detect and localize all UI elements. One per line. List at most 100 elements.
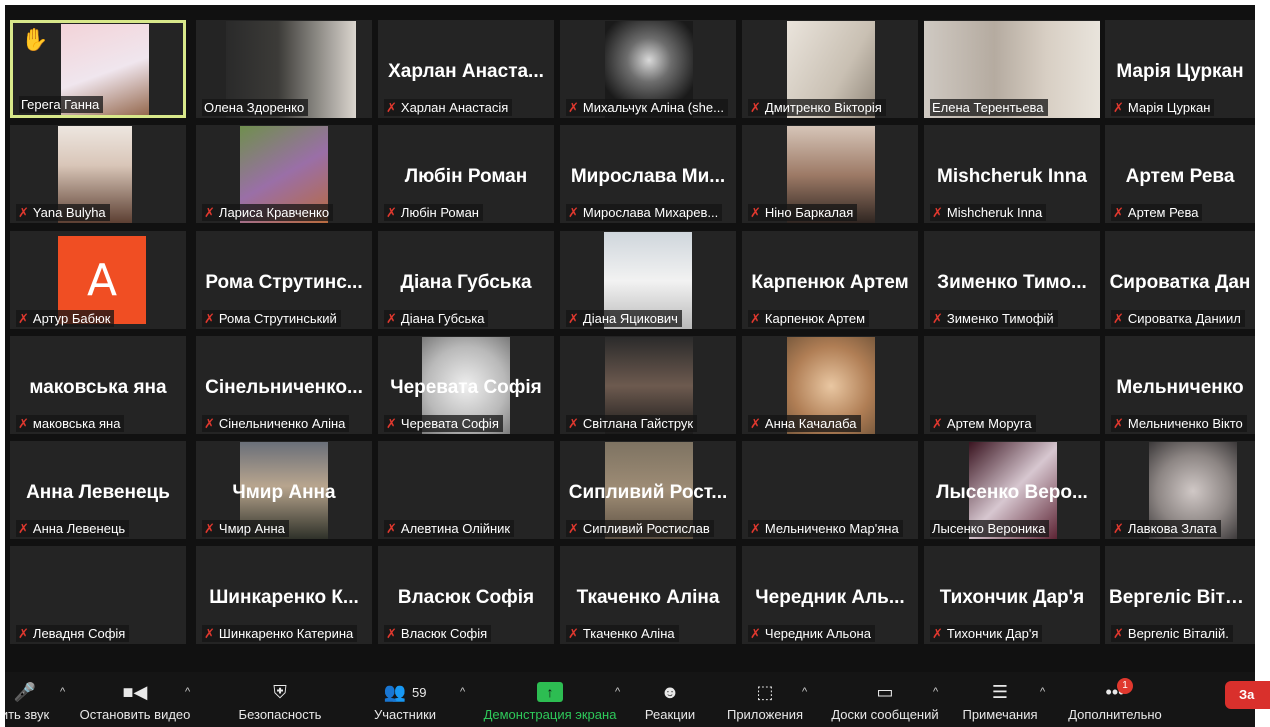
participant-tile[interactable]: Власюк Софія ✗ Власюк Софія	[378, 546, 554, 644]
muted-mic-icon: ✗	[932, 626, 943, 641]
participant-name-label: ✗ Харлан Анастасія	[384, 99, 513, 116]
participant-name: Діана Яцикович	[582, 311, 678, 326]
microphone-icon: 🎤	[13, 681, 37, 702]
chevron-up-icon[interactable]: ^	[933, 686, 938, 698]
participant-name: Мельниченко Мар'яна	[764, 521, 899, 536]
participant-tile[interactable]: Анна Левенець ✗ Анна Левенець	[10, 441, 186, 539]
participant-tile[interactable]: ✗ Yana Bulyha	[10, 125, 186, 223]
participant-name-label: ✗ Yana Bulyha	[16, 204, 110, 221]
participant-tile[interactable]: Mishcheruk Inna ✗ Mishcheruk Inna	[924, 125, 1100, 223]
notification-badge: 1	[1117, 678, 1133, 694]
security-button[interactable]: ⛨ Безопасность	[230, 672, 330, 727]
participant-name-label: ✗ Сипливий Ростислав	[566, 520, 714, 537]
shield-icon: ⛨	[273, 681, 287, 702]
participant-tile[interactable]: Діана Губська ✗ Діана Губська	[378, 231, 554, 329]
participant-name: Анна Левенець	[32, 521, 126, 536]
participant-name-label: ✗ Mishcheruk Inna	[930, 204, 1047, 221]
participant-name: Дмитренко Вікторія	[764, 100, 882, 115]
participant-tile[interactable]: ✗ Лариса Кравченко	[196, 125, 372, 223]
participant-tile[interactable]: Мельниченко ✗ Мельниченко Вікто	[1105, 336, 1255, 434]
chevron-up-icon[interactable]: ^	[615, 686, 620, 698]
chevron-up-icon[interactable]: ^	[185, 686, 190, 698]
people-icon: 👥	[383, 681, 406, 702]
unmute-button[interactable]: 🎤 ить звук	[5, 672, 65, 727]
participant-tile[interactable]: ✗ Дмитренко Вікторія	[742, 20, 918, 118]
participant-name-label: ✗ Світлана Гайструк	[566, 415, 698, 432]
muted-mic-icon: ✗	[568, 100, 579, 115]
share-screen-button[interactable]: ↑ Демонстрация экрана	[475, 672, 625, 727]
participant-tile[interactable]: ✗ Лавкова Злата	[1105, 441, 1255, 539]
participant-display-name: Анна Левенець	[26, 482, 170, 503]
participant-tile[interactable]: Карпенюк Артем ✗ Карпенюк Артем	[742, 231, 918, 329]
participant-tile[interactable]: Сінельниченко... ✗ Сінельниченко Аліна	[196, 336, 372, 434]
participant-display-name: Харлан Анаста...	[388, 61, 544, 82]
participant-tile[interactable]: Елена Терентьева	[924, 20, 1100, 118]
participant-tile[interactable]: Чередник Аль... ✗ Чередник Альона	[742, 546, 918, 644]
participant-name: Тихончик Дар'я	[946, 626, 1039, 641]
participant-tile[interactable]: Сироватка Дан ✗ Сироватка Даниил	[1105, 231, 1255, 329]
participant-tile[interactable]: ✗ Артем Моруга	[924, 336, 1100, 434]
participant-name: Любін Роман	[400, 205, 479, 220]
participant-display-name: Власюк Софія	[397, 587, 535, 608]
participant-tile[interactable]: Черевата Софія ✗ Черевата Софія	[378, 336, 554, 434]
muted-mic-icon: ✗	[568, 626, 579, 641]
participant-tile[interactable]: Харлан Анаста... ✗ Харлан Анастасія	[378, 20, 554, 118]
chevron-up-icon[interactable]: ^	[460, 686, 465, 698]
muted-mic-icon: ✗	[932, 205, 943, 220]
participant-tile[interactable]: ✗ Діана Яцикович	[560, 231, 736, 329]
participant-tile[interactable]: Сипливий Рост... ✗ Сипливий Ростислав	[560, 441, 736, 539]
participant-tile[interactable]: Любін Роман ✗ Любін Роман	[378, 125, 554, 223]
participant-tile[interactable]: Ткаченко Аліна ✗ Ткаченко Аліна	[560, 546, 736, 644]
participant-tile[interactable]: ✋ Герега Ганна	[10, 20, 186, 118]
participant-display-name: Рома Струтинс...	[205, 272, 363, 293]
participant-tile[interactable]: Вергеліс Віталі ✗ Вергеліс Віталій.	[1105, 546, 1255, 644]
notes-button[interactable]: ☰ Примечания	[955, 672, 1045, 727]
reactions-button[interactable]: ☻ Реакции	[635, 672, 705, 727]
apps-button[interactable]: ⬚ Приложения	[720, 672, 810, 727]
whiteboards-button[interactable]: ▭ Доски сообщений	[820, 672, 950, 727]
participants-button[interactable]: 👥 59 Участники	[360, 672, 450, 727]
participant-tile[interactable]: Шинкаренко К... ✗ Шинкаренко Катерина	[196, 546, 372, 644]
chevron-up-icon[interactable]: ^	[1040, 686, 1045, 698]
participant-name-label: ✗ маковська яна	[16, 415, 125, 432]
raised-hand-icon: ✋	[21, 27, 49, 52]
participant-display-name: Артем Рева	[1125, 166, 1235, 187]
participant-tile[interactable]: Мирослава Ми... ✗ Мирослава Михарев...	[560, 125, 736, 223]
participant-tile[interactable]: ✗ Анна Качалаба	[742, 336, 918, 434]
leave-button[interactable]: За	[1225, 681, 1270, 709]
participant-name-label: ✗ Анна Качалаба	[748, 415, 861, 432]
meeting-toolbar: 🎤 ить звук ^ ■◀ Остановить видео ^ ⛨ Безопаснос…	[5, 672, 1255, 727]
participant-tile[interactable]: ✗ Михальчук Аліна (she...	[560, 20, 736, 118]
participant-tile[interactable]: ✗ Левадня Софія	[10, 546, 186, 644]
participant-tile[interactable]: Артем Рева ✗ Артем Рева	[1105, 125, 1255, 223]
chevron-up-icon[interactable]: ^	[60, 686, 65, 698]
gallery-view: ✋ Герега Ганна Олена Здоренко Харлан Анаста…	[5, 5, 1255, 727]
participant-tile[interactable]: ✗ Світлана Гайструк	[560, 336, 736, 434]
participant-tile[interactable]: Рома Струтинс... ✗ Рома Струтинський	[196, 231, 372, 329]
participant-tile[interactable]: ✗ Алевтина Олійник	[378, 441, 554, 539]
participant-name: Михальчук Аліна (she...	[582, 100, 724, 115]
participant-name: Ніно Баркалая	[764, 205, 854, 220]
participant-tile[interactable]: Марія Цуркан ✗ Марія Цуркан	[1105, 20, 1255, 118]
more-button[interactable]: ••• 1 Дополнительно	[1055, 672, 1175, 727]
participant-tile[interactable]: ✗ Ніно Баркалая	[742, 125, 918, 223]
participant-tile[interactable]: ✗ Мельниченко Мар'яна	[742, 441, 918, 539]
participant-name: Лысенко Вероника	[932, 521, 1046, 536]
participant-name: Сироватка Даниил	[1127, 311, 1241, 326]
participant-tile[interactable]: Олена Здоренко	[196, 20, 372, 118]
chevron-up-icon[interactable]: ^	[802, 686, 807, 698]
participant-tile[interactable]: A ✗ Артур Бабюк	[10, 231, 186, 329]
participant-tile[interactable]: Лысенко Веро... Лысенко Вероника	[924, 441, 1100, 539]
participant-tile[interactable]: Тихончик Дар'я ✗ Тихончик Дар'я	[924, 546, 1100, 644]
muted-mic-icon: ✗	[1113, 311, 1124, 326]
stop-video-button[interactable]: ■◀ Остановить видео	[75, 672, 195, 727]
participant-name: Артур Бабюк	[32, 311, 111, 326]
participant-name: Герега Ганна	[21, 97, 100, 112]
participant-tile[interactable]: Зименко Тимо... ✗ Зименко Тимофій	[924, 231, 1100, 329]
participant-name-label: ✗ Чередник Альона	[748, 625, 875, 642]
participants-label: Участники	[373, 707, 437, 722]
participant-tile[interactable]: Чмир Анна ✗ Чмир Анна	[196, 441, 372, 539]
muted-mic-icon: ✗	[932, 311, 943, 326]
participant-tile[interactable]: маковська яна ✗ маковська яна	[10, 336, 186, 434]
participant-display-name: Марія Цуркан	[1116, 61, 1244, 82]
